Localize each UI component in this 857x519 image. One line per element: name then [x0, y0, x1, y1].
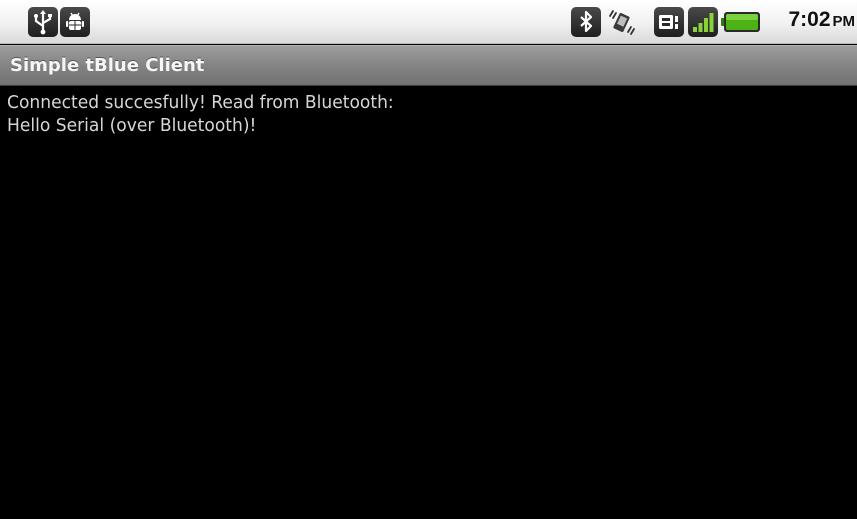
data-transfer-icon	[654, 7, 684, 37]
main-content: Connected succesfully! Read from Bluetoo…	[0, 86, 857, 519]
status-bar[interactable]: 7:02 PM	[0, 0, 857, 44]
android-debug-icon	[60, 7, 90, 37]
app-title-bar: Simple tBlue Client	[0, 45, 857, 86]
signal-strength-icon	[688, 7, 718, 37]
bluetooth-output-text: Connected succesfully! Read from Bluetoo…	[7, 92, 394, 136]
battery-icon	[721, 11, 761, 33]
phone-screen: 7:02 PM Simple tBlue Client Connected suc…	[0, 0, 857, 519]
bluetooth-icon	[571, 7, 601, 37]
usb-icon	[28, 7, 58, 37]
clock-ampm: PM	[832, 13, 856, 30]
vibrate-icon	[606, 7, 638, 37]
status-clock: 7:02 PM	[788, 8, 855, 36]
clock-time: 7:02	[788, 8, 831, 31]
app-title: Simple tBlue Client	[10, 55, 205, 76]
